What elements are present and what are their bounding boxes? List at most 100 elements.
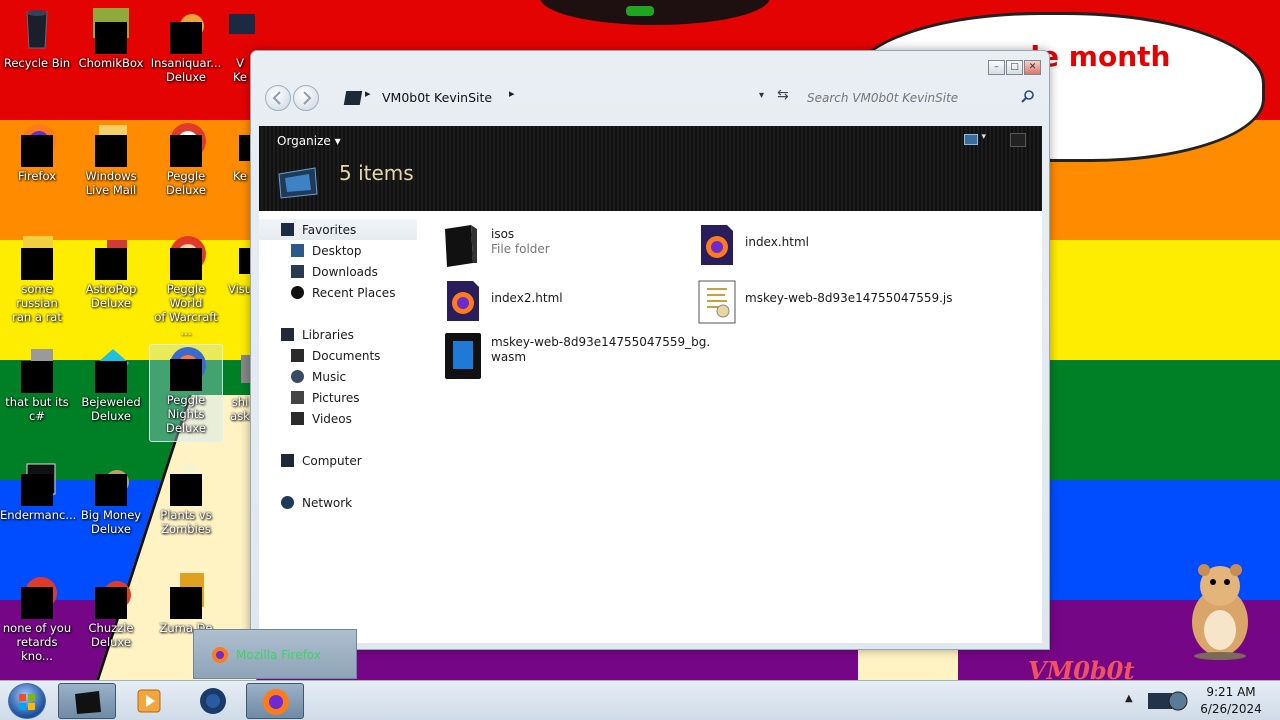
desktop-icon-astropop[interactable]: AstroPop Deluxe xyxy=(74,234,148,310)
taskbar-firefox-button[interactable] xyxy=(246,683,304,719)
desktop-icon-chomikbox[interactable]: ChomikBox xyxy=(74,8,148,70)
hamster-icon xyxy=(1192,564,1248,660)
mail-icon xyxy=(91,121,131,167)
nav-item-recent-places[interactable]: Recent Places xyxy=(259,282,417,303)
desktop-icon-endermanch[interactable]: Endermanc... xyxy=(0,460,76,522)
breadcrumb-folder[interactable]: VM0b0t KevinSite xyxy=(382,90,492,105)
nav-item-downloads[interactable]: Downloads xyxy=(259,261,417,282)
desktop-icon-big-money[interactable]: Big Money Deluxe xyxy=(74,460,148,536)
nav-item-favorites[interactable]: Favorites xyxy=(259,219,417,240)
app-icon xyxy=(225,8,255,48)
desktop-icon-label: Peggle Nights Deluxe xyxy=(166,393,206,435)
file-list[interactable]: isos File folder index.html index2.html xyxy=(427,211,1042,643)
nav-item-label: Documents xyxy=(312,348,381,363)
globe-icon xyxy=(200,688,226,714)
clock-date[interactable]: 6/26/2024 xyxy=(1196,702,1266,716)
nav-item-label: Recent Places xyxy=(312,285,396,300)
nav-item-label: Favorites xyxy=(302,222,357,237)
bejeweled-icon xyxy=(91,347,131,393)
refresh-icon[interactable]: ⇆ xyxy=(777,87,789,103)
search-input[interactable] xyxy=(807,86,1039,110)
firefox-icon xyxy=(212,647,228,663)
nav-item-documents[interactable]: Documents xyxy=(259,345,417,366)
app-icon xyxy=(17,234,57,280)
maximize-button[interactable]: □ xyxy=(1006,60,1023,75)
start-button[interactable] xyxy=(8,683,46,719)
zuma-icon xyxy=(166,573,206,619)
show-hidden-icons-button[interactable]: ▲ xyxy=(1125,693,1133,704)
nav-item-label: Computer xyxy=(302,453,362,468)
music-icon xyxy=(291,370,304,383)
insaniquarium-icon xyxy=(166,8,206,54)
forward-button[interactable] xyxy=(293,85,319,111)
desktop-icon-zuma[interactable]: Zuma De xyxy=(149,573,223,635)
address-history-dropdown[interactable]: ▾ xyxy=(759,90,764,101)
nav-item-videos[interactable]: Videos xyxy=(259,408,417,429)
search-icon[interactable] xyxy=(1021,89,1035,103)
change-view-icon[interactable] xyxy=(964,134,978,145)
desktop-icon-recycle-bin[interactable]: Recycle Bin xyxy=(0,8,74,70)
desktop-icon-label: Peggle Deluxe xyxy=(166,169,206,197)
file-item-index-html[interactable]: index.html xyxy=(697,223,809,273)
libraries-icon xyxy=(281,328,294,341)
file-type: File folder xyxy=(491,242,550,256)
nav-item-label: Network xyxy=(302,495,353,510)
view-options-dropdown[interactable]: ▾ xyxy=(981,132,986,142)
taskbar-explorer-button[interactable] xyxy=(58,683,116,719)
desktop-icon-none-of-you[interactable]: none of you retards kno... xyxy=(0,573,74,663)
search-box[interactable] xyxy=(807,86,1039,110)
network-tray-icon[interactable] xyxy=(1146,689,1190,713)
back-arrow-icon xyxy=(272,91,281,105)
desktop-icon-chuzzle[interactable]: Chuzzle Deluxe xyxy=(74,573,148,649)
clock-time[interactable]: 9:21 AM xyxy=(1196,685,1266,699)
chomikbox-icon xyxy=(91,8,131,54)
taskbar-app-button[interactable] xyxy=(184,683,242,719)
file-item-index2-html[interactable]: index2.html xyxy=(443,279,563,329)
breadcrumb-separator[interactable]: ▸ xyxy=(365,87,371,100)
explorer-window[interactable]: – □ ✕ ▸ VM0b0t KevinSite ▸ ▾ ⇆ Organize … xyxy=(250,50,1050,650)
desktop-icon-windows-live-mail[interactable]: Windows Live Mail xyxy=(74,121,148,197)
desktop-icon-label: none of you retards kno... xyxy=(2,621,72,663)
folder-icon xyxy=(445,225,477,267)
nav-item-libraries[interactable]: Libraries xyxy=(259,324,417,345)
desktop-icon-label: Chuzzle Deluxe xyxy=(88,621,134,649)
navigation-pane: Favorites Desktop Downloads Recent Place… xyxy=(259,211,427,643)
desktop-icon-label: Firefox xyxy=(17,169,57,183)
recent-places-icon xyxy=(291,286,304,299)
nav-item-desktop[interactable]: Desktop xyxy=(259,240,417,261)
desktop-icon-firefox[interactable]: Firefox xyxy=(0,121,74,183)
back-button[interactable] xyxy=(265,85,291,111)
minimize-button[interactable]: – xyxy=(988,60,1005,75)
file-item-mskey-wasm[interactable]: mskey-web-8d93e14755047559_bg. wasm xyxy=(443,331,710,381)
nav-item-network[interactable]: Network xyxy=(259,492,417,513)
desktop-icon-peggle[interactable]: Peggle Deluxe xyxy=(149,121,223,197)
organize-menu[interactable]: Organize ▾ xyxy=(277,134,341,148)
file-item-isos[interactable]: isos File folder xyxy=(443,223,550,273)
breadcrumb-separator[interactable]: ▸ xyxy=(509,87,515,100)
firefox-icon xyxy=(263,689,289,715)
desktop-icon-insaniquarium[interactable]: Insaniquar... Deluxe xyxy=(149,8,223,84)
preview-pane-icon[interactable] xyxy=(1010,133,1026,147)
desktop-icon-label: some russian ran a rat xyxy=(12,282,62,324)
desktop-icon-label: Peggle World of Warcraft ... xyxy=(154,282,218,338)
desktop-icon-plants-vs-zombies[interactable]: Plants vs Zombies xyxy=(149,460,223,536)
nav-item-pictures[interactable]: Pictures xyxy=(259,387,417,408)
close-button[interactable]: ✕ xyxy=(1024,60,1041,75)
file-name: index2.html xyxy=(491,291,563,305)
navigation-bar: ▸ VM0b0t KevinSite ▸ ▾ ⇆ xyxy=(261,81,1041,117)
taskbar-media-player-button[interactable] xyxy=(120,683,178,719)
computer-icon xyxy=(281,454,294,467)
nav-item-music[interactable]: Music xyxy=(259,366,417,387)
desktop-icon-bejeweled[interactable]: Bejeweled Deluxe xyxy=(74,347,148,423)
desktop-icon-peggle-nights[interactable]: Peggle Nights Deluxe xyxy=(149,344,223,442)
item-count: 5 items xyxy=(339,161,414,185)
nav-item-label: Pictures xyxy=(312,390,360,405)
file-name: index.html xyxy=(745,235,809,249)
desktop-icon-that-but-its-c[interactable]: that but its c# xyxy=(0,347,74,423)
taskbar-thumbnail-popup[interactable]: Mozilla Firefox xyxy=(193,629,357,679)
desktop-icon-some-russian[interactable]: some russian ran a rat xyxy=(0,234,74,324)
file-item-mskey-js[interactable]: mskey-web-8d93e14755047559.js xyxy=(697,279,953,329)
app-icon xyxy=(17,347,57,393)
nav-item-computer[interactable]: Computer xyxy=(259,450,417,471)
desktop-icon-peggle-wow[interactable]: Peggle World of Warcraft ... xyxy=(149,234,223,338)
